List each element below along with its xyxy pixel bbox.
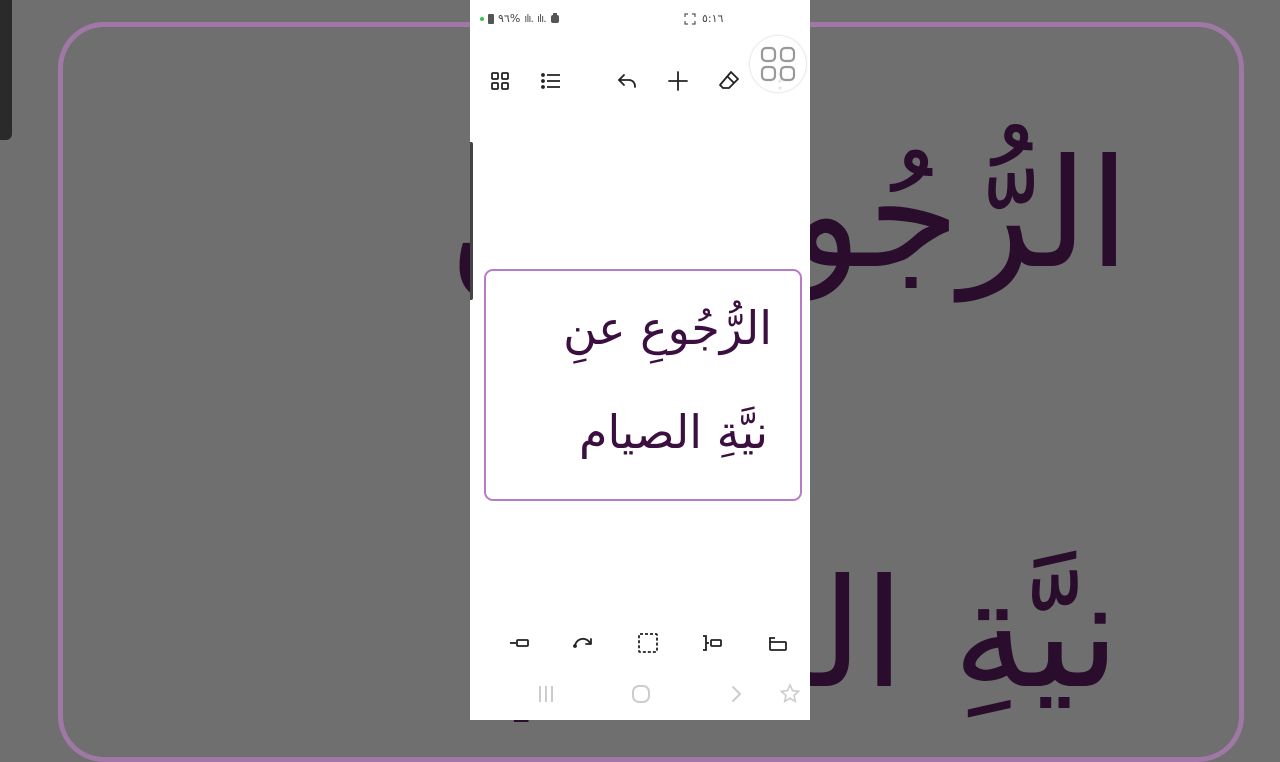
back-icon (732, 686, 742, 702)
list-icon (541, 73, 560, 89)
screen-record-icon (684, 12, 696, 25)
alarm-icon (550, 13, 559, 23)
signal-icon-2: ılı. (536, 12, 547, 25)
home-icon (632, 685, 650, 703)
status-left: ٩٦% ılı. ılı. (480, 12, 560, 25)
text-card[interactable]: الرُّجُوعِ عنِ نيَّةِ الصيام (484, 269, 802, 501)
align-left-button[interactable] (500, 622, 540, 664)
bracket-box-icon (703, 635, 722, 651)
add-button[interactable] (658, 60, 698, 102)
edge-panel-handle[interactable] (470, 142, 473, 300)
accessibility-button[interactable] (770, 676, 810, 712)
bracket-box-button[interactable] (692, 622, 732, 664)
background-edge-tab (0, 0, 12, 140)
clock: ٥:١٦ (702, 12, 724, 25)
dashed-select-button[interactable] (628, 622, 668, 664)
recent-apps-button[interactable] (526, 676, 566, 712)
home-button[interactable] (621, 676, 661, 712)
floating-apps-button[interactable] (750, 36, 806, 92)
bottom-toolbar (470, 622, 810, 664)
app-grid-icon (760, 46, 796, 82)
redo-curve-button[interactable] (563, 622, 603, 664)
navigation-bar (470, 676, 810, 712)
back-button[interactable] (716, 676, 756, 712)
redo-curve-icon (573, 637, 592, 648)
dashed-select-icon (638, 633, 658, 653)
add-icon (668, 71, 688, 91)
list-button[interactable] (531, 60, 571, 102)
accessibility-icon (779, 683, 801, 703)
grid-view-button[interactable] (480, 60, 520, 102)
eraser-icon (719, 71, 739, 89)
link-box-icon (769, 637, 787, 651)
battery-percent: ٩٦% (498, 12, 521, 25)
undo-button[interactable] (607, 60, 647, 102)
camera-indicator-icon (480, 16, 484, 21)
card-text-line1: الرُّجُوعِ عنِ (563, 301, 772, 355)
status-bar: ٩٦% ılı. ılı. ٥:١٦ (470, 0, 810, 40)
align-left-icon (510, 639, 529, 647)
recent-apps-icon (539, 686, 553, 702)
undo-icon (618, 74, 636, 88)
status-right: ٥:١٦ (684, 12, 723, 25)
signal-icon: ılı. (524, 12, 534, 25)
card-text-line2: نيَّةِ الصيام (578, 405, 768, 459)
eraser-button[interactable] (709, 60, 749, 102)
link-box-button[interactable] (757, 622, 797, 664)
phone-screen: ٩٦% ılı. ılı. ٥:١٦ الرُّجُوعِ عنِ نيَّةِ… (470, 0, 810, 720)
battery-icon (488, 13, 494, 24)
grid-view-icon (491, 72, 509, 90)
